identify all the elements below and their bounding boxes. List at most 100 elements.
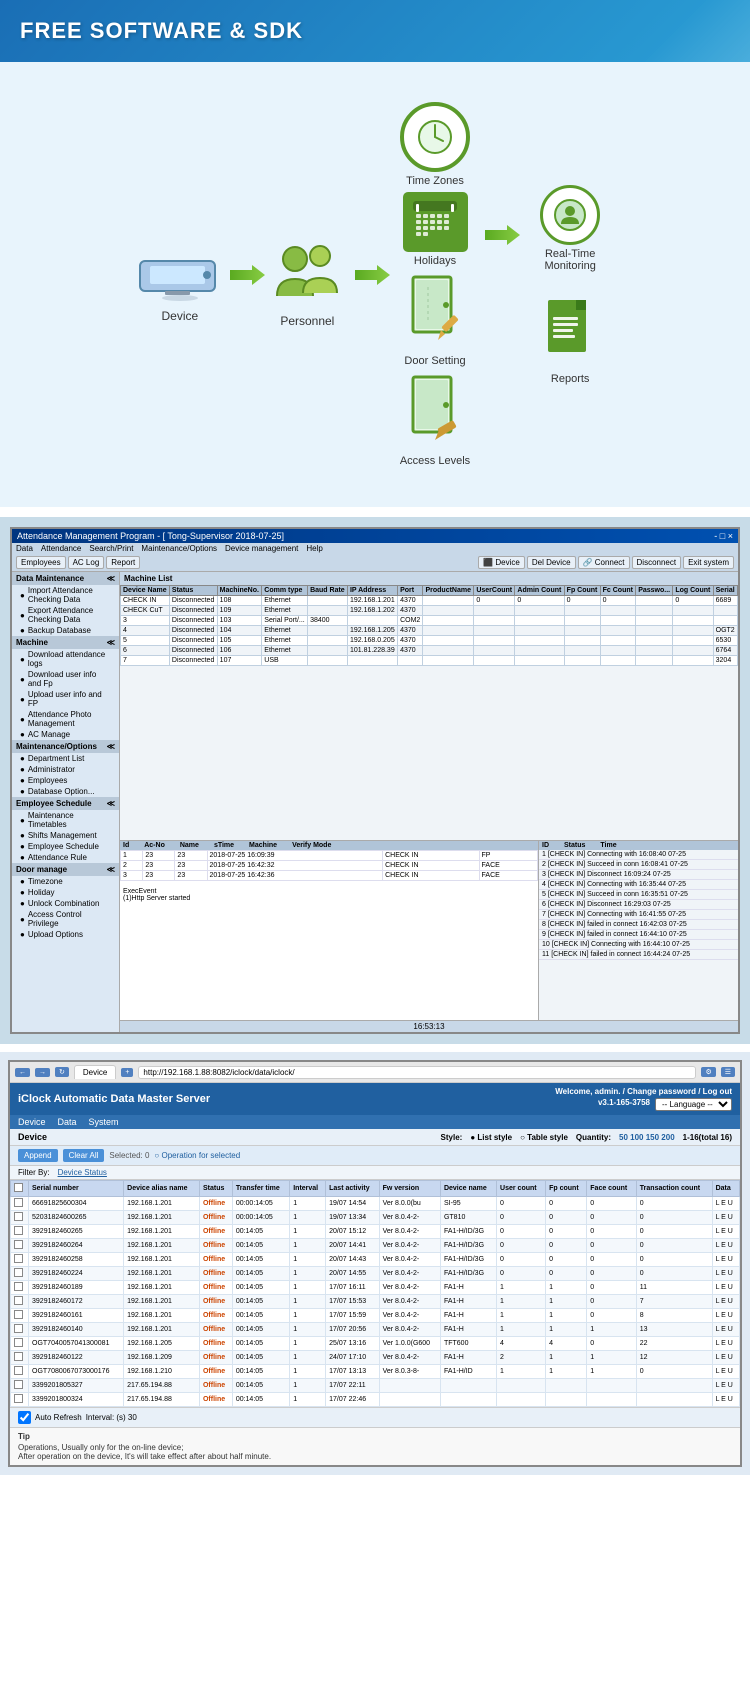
device-table: Serial number Device alias name Status T… <box>10 1180 740 1407</box>
table-row: 3929182460265192.168.1.201Offline00:14:0… <box>11 1225 740 1239</box>
submenu-device[interactable]: Device <box>18 1117 46 1127</box>
auto-refresh-label[interactable]: Auto Refresh Interval: (s) 30 <box>18 1411 732 1424</box>
row-checkbox[interactable] <box>14 1226 23 1235</box>
browser-menu[interactable]: ☰ <box>721 1067 735 1077</box>
row-checkbox[interactable] <box>14 1310 23 1319</box>
sidebar-section-data: Data Maintenance≪ <box>12 572 119 585</box>
filter-value[interactable]: Device Status <box>58 1168 107 1177</box>
row-checkbox[interactable] <box>14 1268 23 1277</box>
menu-data[interactable]: Data <box>16 544 33 553</box>
reports-item: Reports <box>540 297 600 385</box>
th-device-name: Device Name <box>121 586 170 596</box>
row-checkbox[interactable] <box>14 1380 23 1389</box>
sidebar-timezone[interactable]: ● Timezone <box>12 876 119 887</box>
row-checkbox[interactable] <box>14 1198 23 1207</box>
row-checkbox[interactable] <box>14 1254 23 1263</box>
sidebar-shifts[interactable]: ● Shifts Management <box>12 830 119 841</box>
sidebar-database[interactable]: ● Database Option... <box>12 786 119 797</box>
sidebar-access-control[interactable]: ● Access Control Privilege <box>12 909 119 929</box>
menu-attendance[interactable]: Attendance <box>41 544 81 553</box>
row-checkbox[interactable] <box>14 1352 23 1361</box>
row-checkbox[interactable] <box>14 1240 23 1249</box>
device-table-header: Serial number Device alias name Status T… <box>11 1181 740 1197</box>
row-checkbox[interactable] <box>14 1282 23 1291</box>
log-table-body: 1 23 23 2018-07-25 16:09:39 CHECK IN FP … <box>121 851 538 881</box>
btn-exit[interactable]: Exit system <box>683 556 734 569</box>
quantity-options[interactable]: 50 100 150 200 <box>619 1133 675 1142</box>
sidebar-upload-options[interactable]: ● Upload Options <box>12 929 119 940</box>
row-checkbox[interactable] <box>14 1296 23 1305</box>
sw-controls[interactable]: - □ × <box>714 531 733 541</box>
door-setting-label: Door Setting <box>404 355 465 367</box>
sw-right-header: ID Status Time <box>539 841 738 850</box>
sidebar-photo[interactable]: ● Attendance Photo Management <box>12 709 119 729</box>
sidebar-holiday[interactable]: ● Holiday <box>12 887 119 898</box>
auto-refresh-checkbox[interactable] <box>18 1411 31 1424</box>
dot-icon: ● <box>20 591 25 600</box>
th-pass: Passwo... <box>636 586 673 596</box>
submenu-data[interactable]: Data <box>58 1117 77 1127</box>
table-style-option[interactable]: ○ Table style <box>520 1133 568 1142</box>
row-checkbox[interactable] <box>14 1366 23 1375</box>
browser-settings[interactable]: ⚙ <box>701 1067 715 1077</box>
exec-event-label: ExecEvent <box>123 888 535 895</box>
tab-employees[interactable]: Employees <box>16 556 66 569</box>
sidebar-ac[interactable]: ● AC Manage <box>12 729 119 740</box>
sidebar-employees[interactable]: ● Employees <box>12 775 119 786</box>
browser-refresh[interactable]: ↻ <box>55 1067 69 1077</box>
sidebar-download-user[interactable]: ● Download user info and Fp <box>12 669 119 689</box>
th-last-activity: Last activity <box>326 1181 379 1197</box>
header-checkbox[interactable] <box>14 1183 23 1192</box>
row-checkbox[interactable] <box>14 1338 23 1347</box>
menu-help[interactable]: Help <box>306 544 322 553</box>
document-icon <box>540 297 600 365</box>
menu-maintenance[interactable]: Maintenance/Options <box>141 544 217 553</box>
sidebar-backup[interactable]: ● Backup Database <box>12 625 119 636</box>
menu-searchprint[interactable]: Search/Print <box>89 544 133 553</box>
sidebar-admin[interactable]: ● Administrator <box>12 764 119 775</box>
btn-connect[interactable]: 🔗 Connect <box>578 556 630 569</box>
table-row: 3929182460224192.168.1.201Offline00:14:0… <box>11 1267 740 1281</box>
sidebar-download-log[interactable]: ● Download attendance logs <box>12 649 119 669</box>
sidebar-import[interactable]: ● Import Attendance Checking Data <box>12 585 119 605</box>
machine-list-header: Machine List <box>120 572 738 585</box>
btn-clear-all[interactable]: Clear All <box>63 1149 105 1162</box>
btn-append[interactable]: Append <box>18 1149 58 1162</box>
table-row: 7 Disconnected 107 USB 3204 <box>121 656 738 666</box>
row-checkbox[interactable] <box>14 1212 23 1221</box>
realtime-icon <box>540 185 600 245</box>
browser-url-input[interactable] <box>138 1066 696 1079</box>
sidebar-export[interactable]: ● Export Attendance Checking Data <box>12 605 119 625</box>
log-col-acno: Ac-No <box>144 842 165 849</box>
browser-new-tab[interactable]: + <box>121 1068 133 1077</box>
page-info: 1-16(total 16) <box>683 1133 732 1142</box>
th-data: Data <box>712 1181 739 1197</box>
sidebar-dept[interactable]: ● Department List <box>12 753 119 764</box>
tab-aclog[interactable]: AC Log <box>68 556 105 569</box>
tab-report[interactable]: Report <box>106 556 140 569</box>
row-checkbox[interactable] <box>14 1394 23 1403</box>
sidebar-attendance-rule[interactable]: ● Attendance Rule <box>12 852 119 863</box>
sidebar-unlock[interactable]: ● Unlock Combination <box>12 898 119 909</box>
clock-icon <box>415 117 455 157</box>
th-user: UserCount <box>474 586 515 596</box>
btn-device[interactable]: ⬛ Device <box>478 556 525 569</box>
row-checkbox[interactable] <box>14 1324 23 1333</box>
sidebar-timetables[interactable]: ● Maintenance Timetables <box>12 810 119 830</box>
language-select[interactable]: -- Language -- <box>655 1098 732 1111</box>
list-style-option[interactable]: ● List style <box>470 1133 512 1142</box>
btn-disconnect[interactable]: Disconnect <box>632 556 682 569</box>
browser-forward[interactable]: → <box>35 1068 50 1077</box>
log-row: 1 23 23 2018-07-25 16:09:39 CHECK IN FP <box>121 851 538 861</box>
table-row: 3929182460264192.168.1.201Offline00:14:0… <box>11 1239 740 1253</box>
sidebar-upload-user[interactable]: ● Upload user info and FP <box>12 689 119 709</box>
sidebar-emp-schedule[interactable]: ● Employee Schedule <box>12 841 119 852</box>
submenu-system[interactable]: System <box>89 1117 119 1127</box>
right-item-2: 2 [CHECK IN] Succeed in conn 16:08:41 07… <box>539 860 738 870</box>
log-col-name: Name <box>180 842 199 849</box>
btn-del-device[interactable]: Del Device <box>527 556 576 569</box>
browser-back[interactable]: ← <box>15 1068 30 1077</box>
device-item: Device <box>135 246 225 323</box>
menu-device[interactable]: Device management <box>225 544 298 553</box>
browser-tab[interactable]: Device <box>74 1065 116 1079</box>
